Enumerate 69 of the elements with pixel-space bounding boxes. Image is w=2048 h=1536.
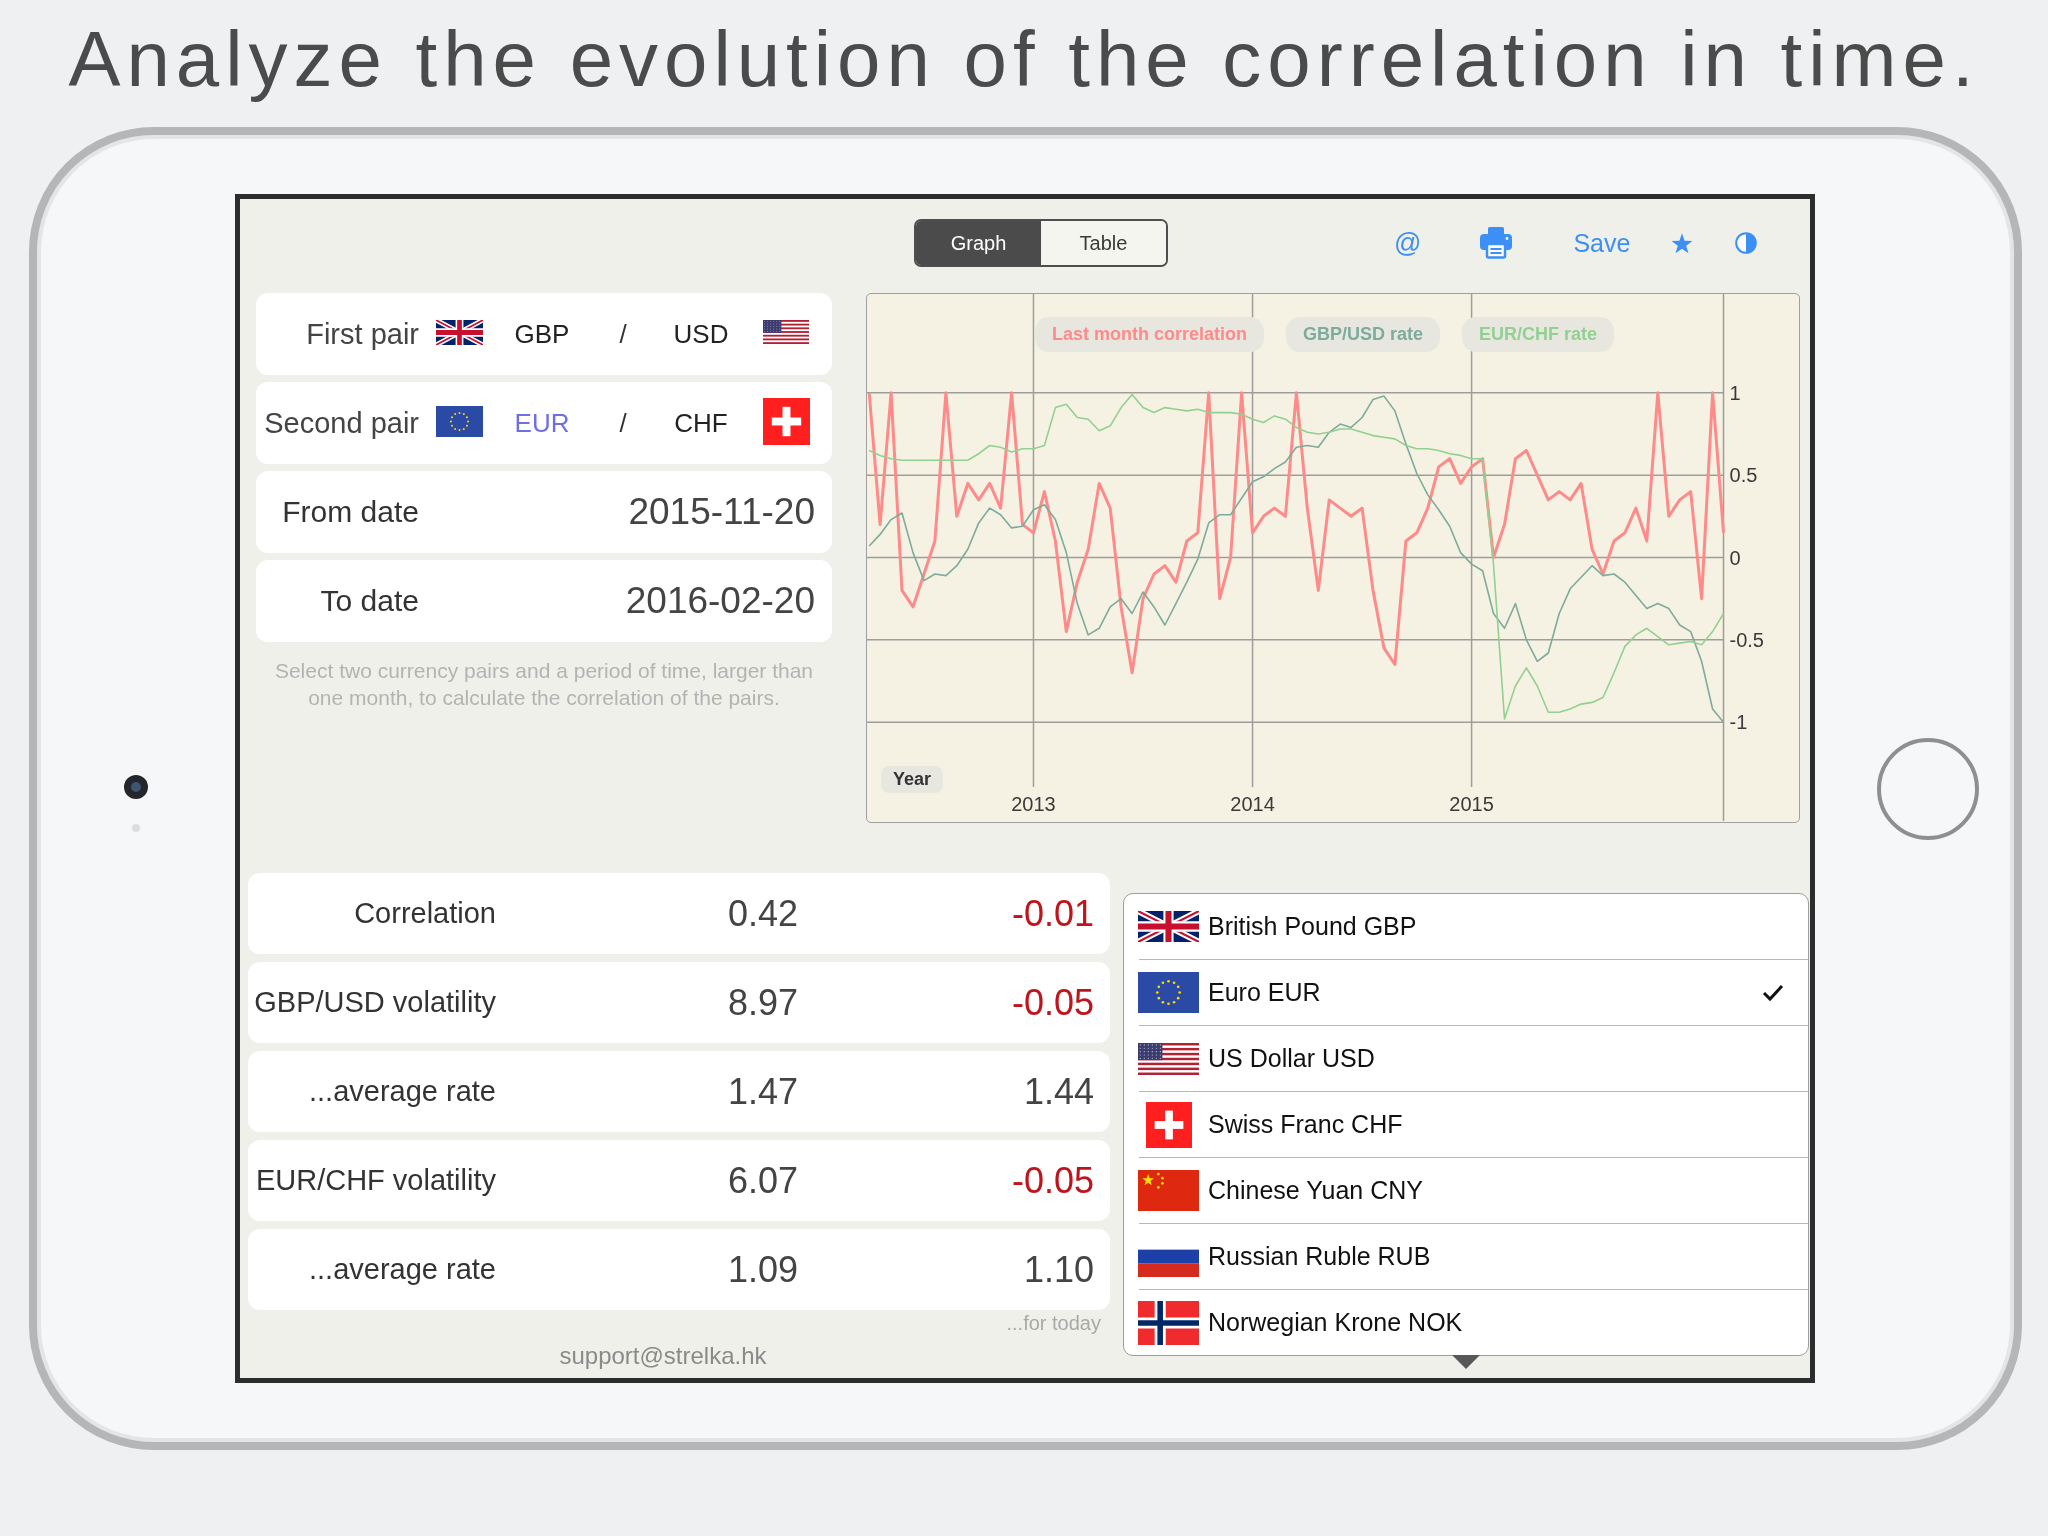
pair-separator: / — [619, 318, 627, 350]
stat-label: Correlation — [354, 897, 496, 930]
currency-option[interactable]: Euro EUR — [1124, 960, 1808, 1025]
currency-option[interactable]: Chinese Yuan CNY — [1124, 1158, 1808, 1223]
y-tick-label: 0.5 — [1729, 464, 1758, 487]
stat-value: 0.42 — [727, 892, 798, 935]
swiss-flag-icon — [763, 397, 810, 445]
eu-flag-icon — [1138, 972, 1199, 1013]
legend-item: EUR/CHF rate — [1462, 317, 1615, 352]
x-tick-label: 2014 — [1230, 793, 1275, 815]
currency-option[interactable]: Norwegian Krone NOK — [1124, 1290, 1808, 1355]
y-tick-label: -1 — [1729, 711, 1748, 734]
x-axis-label: Year — [881, 766, 944, 793]
stat-value: 1.47 — [727, 1070, 798, 1113]
x-tick-label: 2013 — [1011, 793, 1056, 815]
norwegian-flag-icon — [1138, 1300, 1199, 1345]
view-tab[interactable]: Table — [1041, 221, 1166, 265]
chinese-flag-icon — [1138, 1170, 1199, 1211]
currency-option[interactable]: Swiss Franc CHF — [1124, 1092, 1808, 1157]
today-value: -0.05 — [1011, 1159, 1094, 1202]
union-jack-flag-icon — [436, 319, 483, 345]
pair-separator: / — [619, 407, 627, 439]
currency-option[interactable]: Russian Ruble RUB — [1124, 1224, 1808, 1289]
us-flag-icon — [763, 320, 809, 344]
legend-item: GBP/USD rate — [1286, 317, 1441, 352]
stat-value: 1.09 — [727, 1248, 798, 1291]
today-caption: ...for today — [1006, 1312, 1101, 1334]
us-flag-icon — [1138, 1042, 1199, 1075]
today-value: -0.01 — [1011, 892, 1094, 935]
sensor-dot-icon — [132, 824, 140, 832]
swiss-flag-icon — [1145, 1101, 1192, 1148]
today-value: -0.05 — [1011, 981, 1094, 1024]
stat-label: EUR/CHF volatility — [255, 1164, 496, 1197]
hint-text: Select two currency pairs and a period of time, larger than one month, to calculate the correlation of the pairs. — [273, 658, 815, 711]
stat-label: ...average rate — [309, 1075, 496, 1108]
contrast-icon[interactable] — [1735, 232, 1758, 254]
printer-icon[interactable] — [1479, 227, 1514, 259]
date-label: From date — [282, 495, 419, 529]
pair-label: Second pair — [264, 406, 419, 440]
currency-code-button[interactable]: USD — [673, 318, 729, 350]
date-field[interactable]: 2016-02-20 — [625, 580, 815, 622]
camera-icon — [124, 775, 148, 799]
y-tick-label: 1 — [1729, 381, 1741, 404]
legend-item: Last month correlation — [1035, 317, 1265, 352]
date-field[interactable]: 2015-11-20 — [628, 491, 815, 533]
star-icon[interactable] — [1671, 232, 1694, 254]
date-label: To date — [320, 584, 419, 618]
currency-code-button[interactable]: EUR — [514, 407, 570, 439]
currency-option[interactable]: British Pound GBP — [1124, 894, 1808, 959]
eu-flag-icon — [436, 405, 483, 437]
today-value: 1.44 — [1023, 1070, 1094, 1113]
stat-value: 8.97 — [727, 981, 798, 1024]
view-tab[interactable]: Graph — [916, 221, 1041, 265]
today-value: 1.10 — [1023, 1248, 1094, 1291]
stat-label: ...average rate — [309, 1253, 496, 1286]
currency-option[interactable]: US Dollar USD — [1124, 1026, 1808, 1091]
y-tick-label: 0 — [1729, 546, 1741, 569]
currency-code-button[interactable]: CHF — [674, 407, 728, 439]
y-tick-label: -0.5 — [1729, 628, 1764, 651]
currency-code-button[interactable]: GBP — [514, 318, 570, 350]
popover-arrow-icon — [1452, 1355, 1480, 1369]
headline: Analyze the evolution of the correlation in time. — [68, 13, 1980, 105]
pair-label: First pair — [306, 317, 419, 351]
home-button-icon — [1876, 736, 1980, 841]
stat-label: GBP/USD volatility — [254, 986, 496, 1019]
stat-value: 6.07 — [727, 1159, 798, 1202]
check-icon — [1762, 983, 1784, 1002]
x-tick-label: 2015 — [1449, 793, 1494, 815]
union-jack-flag-icon — [1138, 911, 1199, 942]
